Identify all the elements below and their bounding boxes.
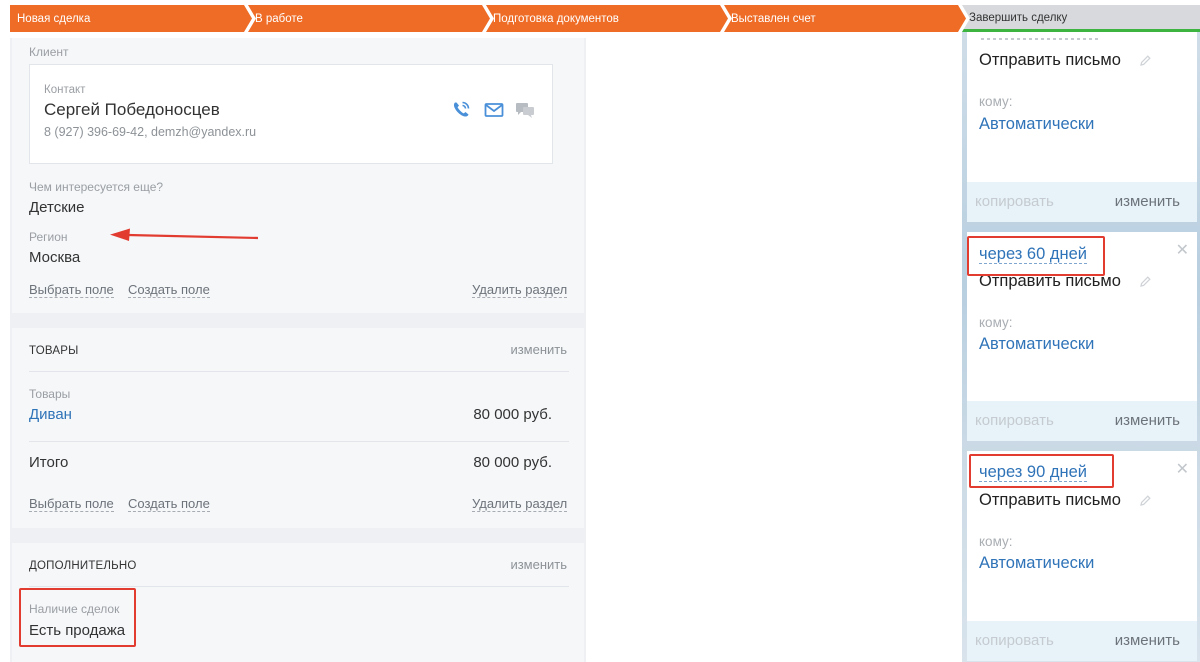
task-to-value[interactable]: Автоматически xyxy=(979,115,1094,134)
close-icon[interactable]: ✕ xyxy=(1176,459,1189,479)
task-change-button[interactable]: изменить xyxy=(1115,193,1180,210)
goods-create-field-link[interactable]: Создать поле xyxy=(128,496,210,512)
goods-section: ТОВАРЫ изменить Товары Диван 80 000 руб.… xyxy=(12,328,584,528)
task-card-footer: копировать изменить xyxy=(967,401,1197,441)
goods-edit-link[interactable]: изменить xyxy=(510,342,567,357)
task-card-footer: копировать изменить xyxy=(967,182,1197,222)
stage-new-deal[interactable]: Новая сделка xyxy=(10,5,252,32)
goods-choose-field-link[interactable]: Выбрать поле xyxy=(29,496,114,512)
client-section: Клиент Контакт Сергей Победоносцев 8 (92… xyxy=(12,38,584,313)
task-copy-button[interactable]: копировать xyxy=(975,412,1054,429)
tasks-panel: Отправить письмо кому: Автоматически коп… xyxy=(962,32,1200,662)
goods-total-label: Итого xyxy=(29,454,69,471)
goods-row-divider xyxy=(29,441,569,442)
stage-docs-preparation[interactable]: Подготовка документов xyxy=(486,5,728,32)
pencil-icon[interactable] xyxy=(1139,494,1152,507)
deals-highlight-box xyxy=(19,588,136,647)
stage-in-progress[interactable]: В работе xyxy=(248,5,490,32)
goods-label: Товары xyxy=(29,387,71,401)
task-action[interactable]: Отправить письмо xyxy=(979,51,1121,70)
client-section-label: Клиент xyxy=(29,45,69,59)
stage-complete-deal[interactable]: Завершить сделку xyxy=(962,5,1200,32)
task-card: Отправить письмо кому: Автоматически xyxy=(967,32,1197,182)
task-to-label: кому: xyxy=(979,534,1013,549)
interest-label: Чем интересуется еще? xyxy=(29,180,164,194)
interest-value[interactable]: Детские xyxy=(29,199,85,216)
task-to-value[interactable]: Автоматически xyxy=(979,335,1094,354)
goods-title: ТОВАРЫ xyxy=(29,345,79,357)
task-to-label: кому: xyxy=(979,94,1013,109)
scroll-cut-marks xyxy=(981,38,1101,40)
pencil-icon[interactable] xyxy=(1139,54,1152,67)
task-change-button[interactable]: изменить xyxy=(1115,632,1180,649)
due-90-highlight-box xyxy=(969,454,1114,488)
choose-field-link[interactable]: Выбрать поле xyxy=(29,282,114,298)
goods-item-price: 80 000 руб. xyxy=(473,406,552,423)
goods-item-name[interactable]: Диван xyxy=(29,406,72,423)
task-action[interactable]: Отправить письмо xyxy=(979,491,1121,510)
deal-fields-panel: Клиент Контакт Сергей Победоносцев 8 (92… xyxy=(10,38,586,662)
contact-label: Контакт xyxy=(44,84,86,96)
task-card-footer: копировать изменить xyxy=(967,621,1197,661)
delete-section-link[interactable]: Удалить раздел xyxy=(472,282,568,298)
extra-divider xyxy=(29,586,569,587)
task-copy-button[interactable]: копировать xyxy=(975,632,1054,649)
contact-name[interactable]: Сергей Победоносцев xyxy=(44,100,220,120)
close-icon[interactable]: ✕ xyxy=(1176,240,1189,260)
goods-total-value: 80 000 руб. xyxy=(473,454,552,471)
task-change-button[interactable]: изменить xyxy=(1115,412,1180,429)
due-60-highlight-box xyxy=(967,236,1105,276)
pencil-icon[interactable] xyxy=(1139,275,1152,288)
task-to-value[interactable]: Автоматически xyxy=(979,554,1094,573)
create-field-link[interactable]: Создать поле xyxy=(128,282,210,298)
stage-invoice-issued[interactable]: Выставлен счет xyxy=(724,5,966,32)
contact-card[interactable]: Контакт Сергей Победоносцев 8 (927) 396-… xyxy=(29,64,553,164)
region-label: Регион xyxy=(29,230,68,244)
phone-icon[interactable] xyxy=(450,99,472,121)
extra-edit-link[interactable]: изменить xyxy=(510,557,567,572)
contact-info: 8 (927) 396-69-42, demzh@yandex.ru xyxy=(44,125,257,139)
goods-delete-section-link[interactable]: Удалить раздел xyxy=(472,496,568,512)
chat-icon[interactable] xyxy=(514,99,536,121)
mail-icon[interactable] xyxy=(483,99,505,121)
task-copy-button[interactable]: копировать xyxy=(975,193,1054,210)
goods-divider xyxy=(29,371,569,372)
region-value[interactable]: Москва xyxy=(29,249,80,266)
task-to-label: кому: xyxy=(979,315,1013,330)
extra-title: ДОПОЛНИТЕЛЬНО xyxy=(29,560,137,572)
arrow-annotation xyxy=(110,228,259,241)
